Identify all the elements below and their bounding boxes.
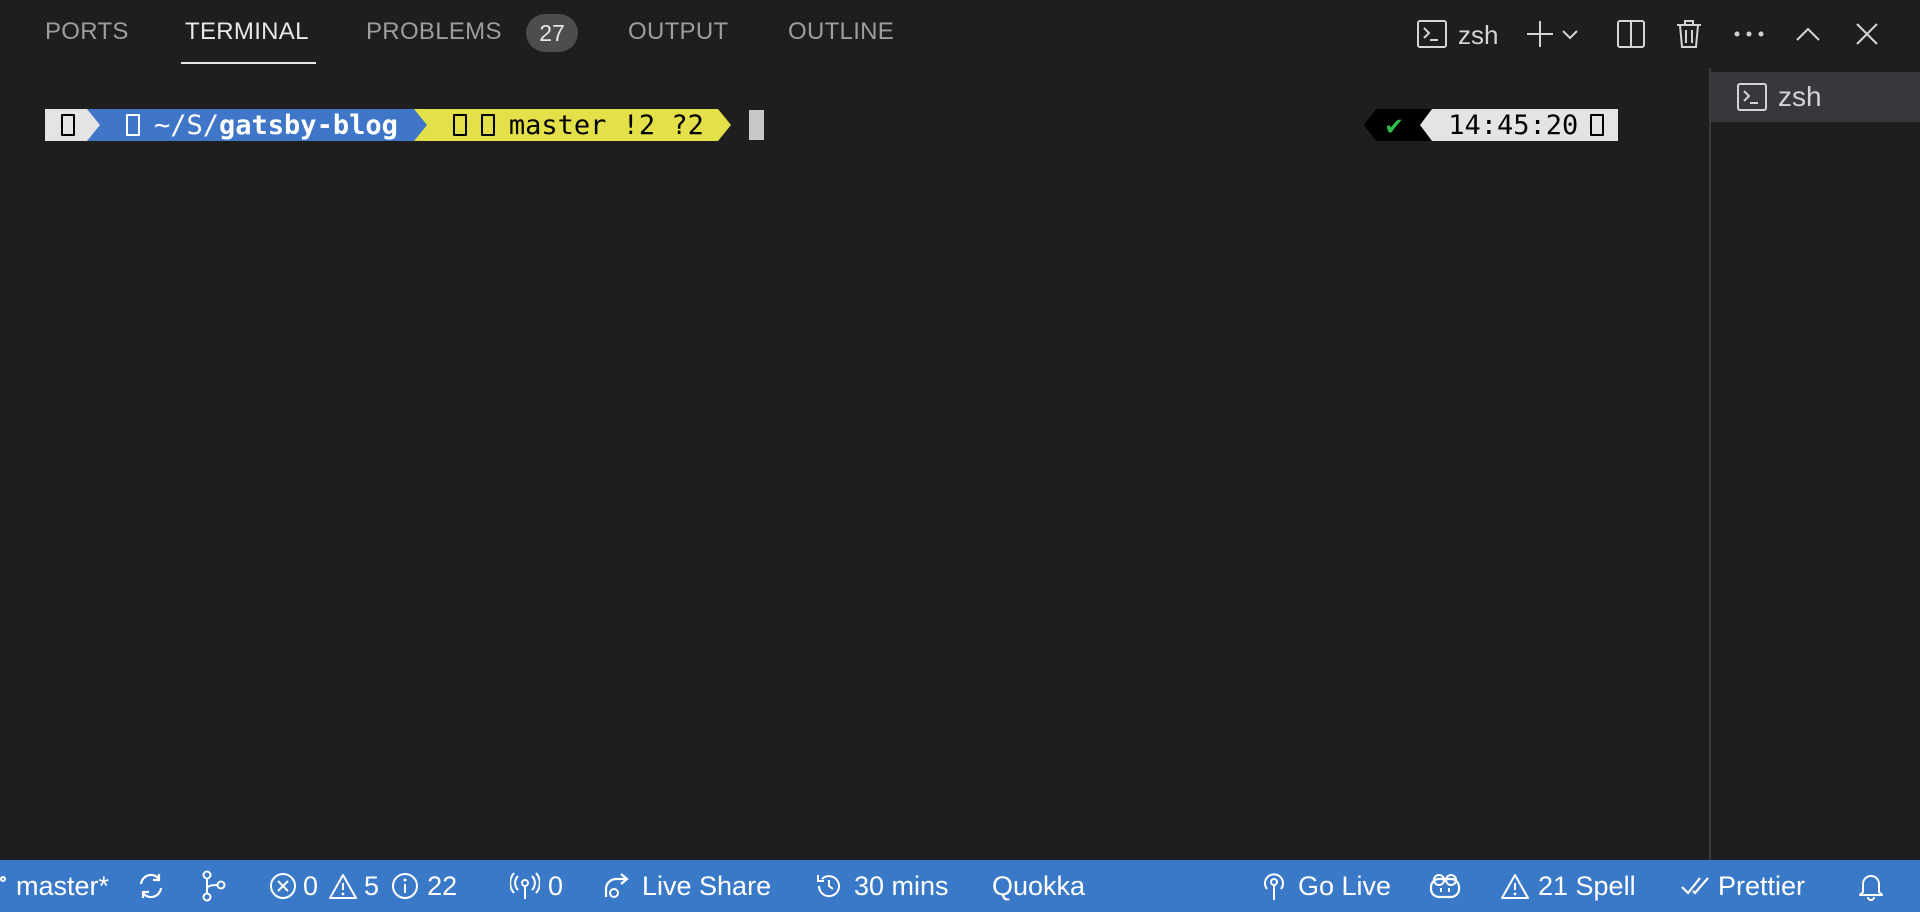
broadcast-icon — [510, 872, 540, 899]
shell-prompt: ~/S/gatsby-blog master !2 ?2 — [45, 109, 764, 141]
path-directory: gatsby-blog — [219, 109, 398, 141]
time-tracker-status-item[interactable]: 30 mins — [814, 860, 949, 912]
clock-glyph-icon — [1590, 114, 1605, 136]
prompt-directory-segment: ~/S/gatsby-blog — [100, 109, 414, 141]
branch-name: master* — [16, 870, 110, 901]
tab-terminal[interactable]: TERMINAL — [185, 18, 309, 46]
sync-changes-icon[interactable] — [135, 860, 167, 912]
exit-status-check: ✔ — [1376, 109, 1421, 141]
prompt-separator-arrow — [413, 109, 427, 141]
go-live-label: Go Live — [1298, 870, 1392, 901]
go-live-broadcast-icon — [1264, 873, 1284, 900]
source-control-graph-icon[interactable] — [199, 860, 229, 912]
terminal-cursor — [748, 110, 764, 140]
info-count: 22 — [427, 870, 458, 901]
panel-tab-bar: PORTS TERMINAL PROBLEMS 27 OUTPUT OUTLIN… — [0, 0, 1920, 68]
git-glyph-icon — [452, 114, 467, 136]
tab-ports[interactable]: PORTS — [45, 18, 129, 46]
new-terminal-plus-icon[interactable] — [1520, 14, 1560, 54]
prompt-git-segment: master !2 ?2 — [426, 109, 718, 141]
path-prefix: ~/S/ — [154, 109, 220, 141]
spell-warning-icon — [1501, 874, 1529, 899]
warning-count: 5 — [364, 870, 380, 901]
live-share-status-item[interactable]: Live Share — [602, 860, 771, 912]
prettier-label: Prettier — [1718, 870, 1806, 901]
prompt-time-segment: 14:45:20 — [1432, 109, 1619, 141]
active-shell-label[interactable]: zsh — [1458, 20, 1498, 51]
terminal-shell-icon[interactable] — [1412, 14, 1452, 54]
tab-output[interactable]: OUTPUT — [628, 18, 728, 46]
error-icon — [270, 873, 296, 899]
prompt-end-arrow — [717, 109, 731, 141]
terminal-shell-icon — [1736, 81, 1768, 113]
status-bar: master* 0 5 22 0 Live Share 30 mins Quok… — [0, 860, 1920, 912]
prompt-time: 14:45:20 — [1448, 109, 1579, 141]
spell-check-status-item[interactable]: 21 Spell — [1500, 860, 1636, 912]
go-live-status-item[interactable]: Go Live — [1260, 860, 1391, 912]
chevron-down-icon[interactable] — [1558, 14, 1582, 54]
double-check-icon — [1681, 877, 1709, 895]
prompt-os-segment — [45, 109, 87, 141]
close-panel-icon[interactable] — [1847, 14, 1887, 54]
tab-problems[interactable]: PROBLEMS — [366, 18, 502, 46]
split-terminal-icon[interactable] — [1611, 14, 1651, 54]
git-branch-icon — [0, 876, 6, 882]
terminal-list-item-zsh[interactable]: zsh — [1711, 72, 1920, 122]
ports-status-item[interactable]: 0 — [510, 860, 563, 912]
time-tracker-label: 30 mins — [854, 870, 949, 901]
os-glyph-icon — [61, 114, 75, 136]
notifications-bell-icon[interactable] — [1857, 860, 1885, 912]
prompt-separator-arrow — [87, 109, 100, 141]
maximize-panel-chevron-up-icon[interactable] — [1788, 14, 1828, 54]
problems-status-item[interactable]: 0 5 22 — [269, 860, 457, 912]
warning-icon — [329, 874, 358, 899]
more-actions-icon[interactable] — [1729, 14, 1769, 54]
ports-count: 0 — [548, 870, 564, 901]
quokka-status-item[interactable]: Quokka — [992, 860, 1085, 912]
problems-count-badge: 27 — [526, 14, 578, 52]
terminal-list-item-label: zsh — [1778, 81, 1822, 112]
terminal-tabs-list: zsh — [1709, 68, 1920, 860]
branch-glyph-icon — [480, 114, 495, 136]
right-prompt: ✔ 14:45:20 — [1364, 109, 1619, 141]
info-icon — [392, 873, 419, 899]
active-tab-indicator — [181, 62, 316, 64]
quokka-label: Quokka — [992, 870, 1086, 901]
spell-label: 21 Spell — [1538, 870, 1636, 901]
error-count: 0 — [303, 870, 319, 901]
terminal-viewport[interactable]: ~/S/gatsby-blog master !2 ?2 ✔ 14:45:20 — [0, 68, 1709, 860]
tab-outline[interactable]: OUTLINE — [788, 18, 894, 46]
right-prompt-arrow — [1364, 109, 1376, 141]
git-branch-status: master !2 ?2 — [508, 109, 704, 141]
right-prompt-separator-arrow — [1420, 109, 1433, 141]
folder-glyph-icon — [126, 114, 140, 136]
prettier-status-item[interactable]: Prettier — [1680, 860, 1805, 912]
history-icon — [817, 875, 840, 898]
trash-icon[interactable] — [1669, 14, 1709, 54]
copilot-icon[interactable] — [1428, 860, 1462, 912]
git-branch-status-item[interactable]: master* — [0, 860, 109, 912]
live-share-icon — [604, 873, 629, 898]
live-share-label: Live Share — [642, 870, 772, 901]
